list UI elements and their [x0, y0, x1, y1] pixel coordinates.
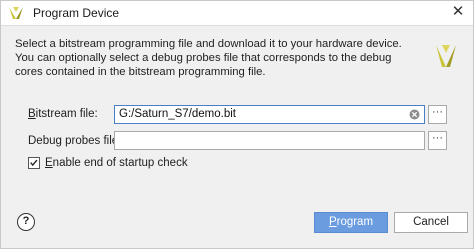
browse-debug-probes-button[interactable]: ···	[428, 131, 447, 150]
checkmark-icon	[30, 159, 38, 167]
help-button[interactable]: ?	[17, 213, 35, 231]
debug-probes-file-input[interactable]	[114, 131, 425, 150]
dialog-description: Select a bitstream programming file and …	[15, 38, 402, 78]
bitstream-file-label: Bitstream file:	[28, 108, 98, 120]
program-device-dialog: Program Device ✕ Select a bitstream prog…	[0, 0, 474, 249]
cancel-button[interactable]: Cancel	[394, 212, 468, 233]
clear-circle-icon[interactable]	[409, 109, 420, 120]
browse-bitstream-button[interactable]: ···	[428, 105, 447, 124]
title-bar: Program Device ✕	[1, 1, 473, 26]
bitstream-file-value: G:/Saturn_S7/demo.bit	[119, 108, 236, 120]
bitstream-file-input[interactable]: G:/Saturn_S7/demo.bit	[114, 105, 425, 124]
close-icon: ✕	[451, 3, 465, 20]
startup-check-label[interactable]: Enable end of startup check	[45, 157, 188, 169]
program-button[interactable]: Program	[314, 212, 388, 233]
debug-probes-file-label: Debug probes file:	[28, 135, 122, 147]
close-button[interactable]: ✕	[443, 1, 473, 25]
window-title: Program Device	[33, 6, 120, 20]
vivado-logo-icon	[436, 45, 456, 67]
startup-check-checkbox[interactable]	[28, 157, 40, 169]
vivado-logo-icon	[9, 7, 23, 19]
